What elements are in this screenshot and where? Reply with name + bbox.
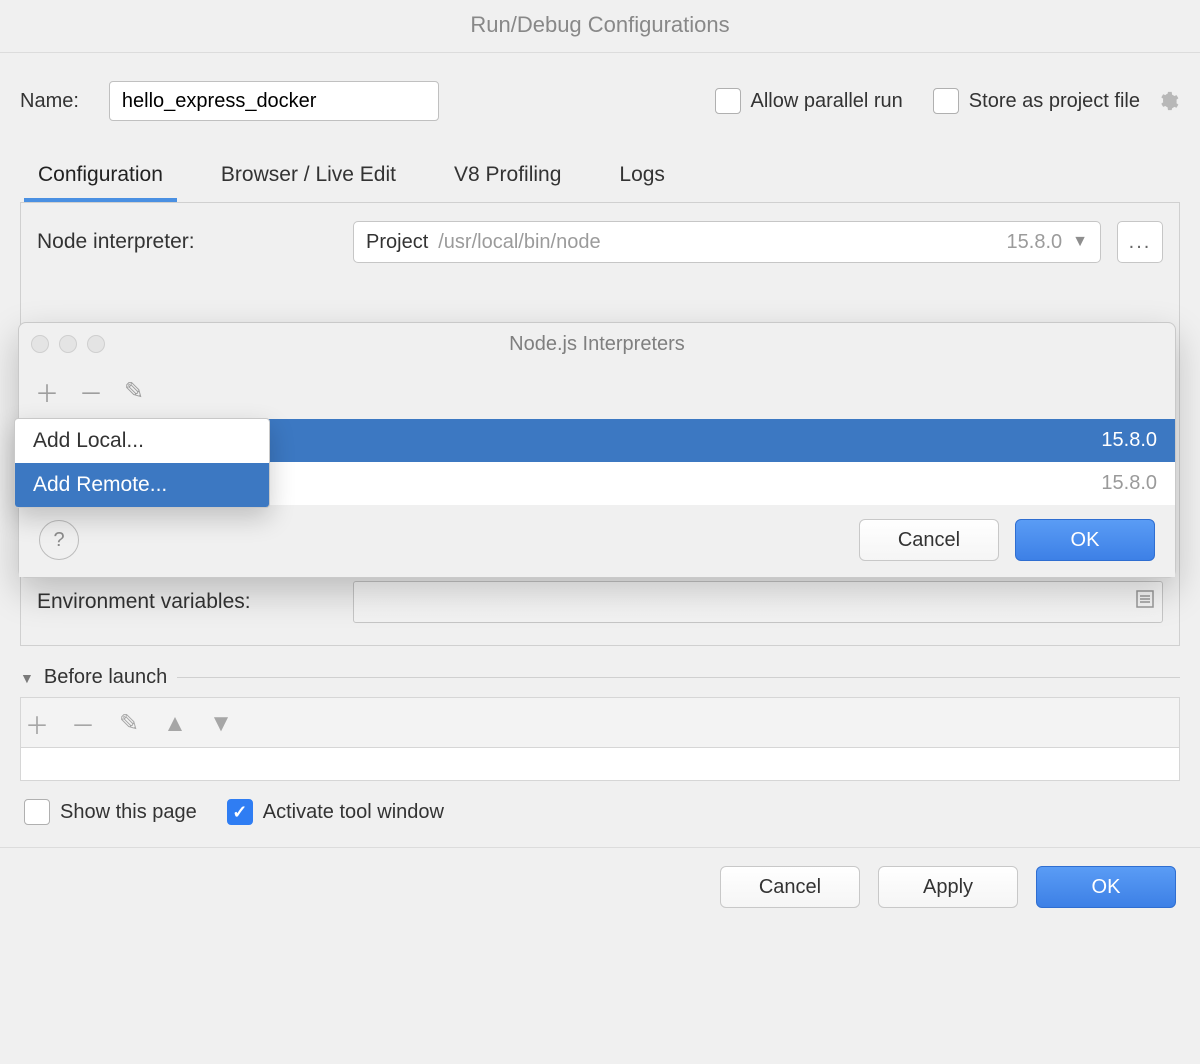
interpreters-cancel-button[interactable]: Cancel — [859, 519, 999, 561]
divider — [177, 677, 1180, 678]
name-label: Name: — [20, 90, 79, 113]
tab-v8-profiling[interactable]: V8 Profiling — [440, 151, 575, 201]
header-row: Name: Allow parallel run Store as projec… — [0, 53, 1200, 151]
tabs: Configuration Browser / Live Edit V8 Pro… — [0, 151, 1200, 202]
env-vars-row: Environment variables: — [37, 581, 1163, 623]
menu-add-remote[interactable]: Add Remote... — [15, 463, 269, 507]
interpreters-ok-button[interactable]: OK — [1015, 519, 1155, 561]
remove-icon[interactable]: － — [79, 374, 101, 409]
window-close-icon[interactable] — [31, 335, 49, 353]
interpreter-version: 15.8.0 — [1101, 472, 1157, 495]
bottom-options: Show this page Activate tool window — [0, 781, 1200, 839]
window-controls — [31, 335, 105, 353]
combo-path: /usr/local/bin/node — [438, 231, 600, 254]
combo-project-badge: Project — [366, 231, 428, 254]
show-this-page-label: Show this page — [60, 801, 197, 824]
cancel-button[interactable]: Cancel — [720, 866, 860, 908]
add-icon[interactable]: ＋ — [35, 374, 57, 409]
activate-tool-option[interactable]: Activate tool window — [227, 799, 444, 825]
name-input[interactable] — [109, 81, 439, 121]
allow-parallel-label: Allow parallel run — [751, 90, 903, 113]
apply-button[interactable]: Apply — [878, 866, 1018, 908]
browse-button[interactable]: ... — [1117, 221, 1163, 263]
activate-tool-checkbox[interactable] — [227, 799, 253, 825]
dialog-footer: Cancel Apply OK — [0, 847, 1200, 926]
ok-button[interactable]: OK — [1036, 866, 1176, 908]
gear-icon[interactable] — [1156, 89, 1180, 113]
allow-parallel-checkbox[interactable] — [715, 88, 741, 114]
edit-icon[interactable]: ✎ — [117, 709, 141, 738]
add-interpreter-menu: Add Local... Add Remote... — [14, 418, 270, 508]
interpreters-dialog-title: Node.js Interpreters — [19, 323, 1175, 366]
before-launch-toolbar: ＋ － ✎ ▲ ▼ — [20, 697, 1180, 747]
tab-browser-live-edit[interactable]: Browser / Live Edit — [207, 151, 410, 201]
menu-add-local[interactable]: Add Local... — [15, 419, 269, 463]
node-interpreter-label: Node interpreter: — [37, 230, 337, 254]
activate-tool-label: Activate tool window — [263, 801, 444, 824]
chevron-down-icon: ▼ — [1072, 233, 1088, 251]
tab-configuration[interactable]: Configuration — [24, 151, 177, 201]
collapse-icon[interactable]: ▼ — [20, 670, 34, 686]
remove-icon[interactable]: － — [71, 706, 95, 741]
before-launch-title: Before launch — [44, 666, 167, 689]
interpreters-toolbar: ＋ － ✎ — [19, 366, 1175, 419]
allow-parallel-option[interactable]: Allow parallel run — [715, 88, 903, 114]
dialog-title: Run/Debug Configurations — [0, 0, 1200, 53]
node-interpreter-combo[interactable]: Project /usr/local/bin/node 15.8.0 ▼ — [353, 221, 1101, 263]
tab-logs[interactable]: Logs — [605, 151, 679, 201]
edit-icon[interactable]: ✎ — [123, 377, 145, 406]
window-zoom-icon[interactable] — [87, 335, 105, 353]
env-vars-input[interactable] — [353, 581, 1163, 623]
store-project-checkbox[interactable] — [933, 88, 959, 114]
store-project-label: Store as project file — [969, 90, 1140, 113]
show-this-page-option[interactable]: Show this page — [24, 799, 197, 825]
interpreters-footer: ? Cancel OK — [19, 505, 1175, 577]
show-this-page-checkbox[interactable] — [24, 799, 50, 825]
before-launch-section: ▼ Before launch ＋ － ✎ ▲ ▼ — [20, 666, 1180, 781]
interpreters-title-text: Node.js Interpreters — [509, 333, 685, 355]
add-icon[interactable]: ＋ — [25, 706, 49, 741]
help-icon[interactable]: ? — [39, 520, 79, 560]
before-launch-list[interactable] — [20, 747, 1180, 781]
env-vars-label: Environment variables: — [37, 590, 337, 614]
window-minimize-icon[interactable] — [59, 335, 77, 353]
move-up-icon[interactable]: ▲ — [163, 710, 187, 738]
move-down-icon[interactable]: ▼ — [209, 710, 233, 738]
interpreter-version: 15.8.0 — [1101, 429, 1157, 452]
store-project-option[interactable]: Store as project file — [933, 88, 1180, 114]
combo-version: 15.8.0 — [1007, 231, 1063, 254]
node-interpreter-row: Node interpreter: Project /usr/local/bin… — [37, 221, 1163, 263]
list-icon[interactable] — [1136, 590, 1154, 614]
